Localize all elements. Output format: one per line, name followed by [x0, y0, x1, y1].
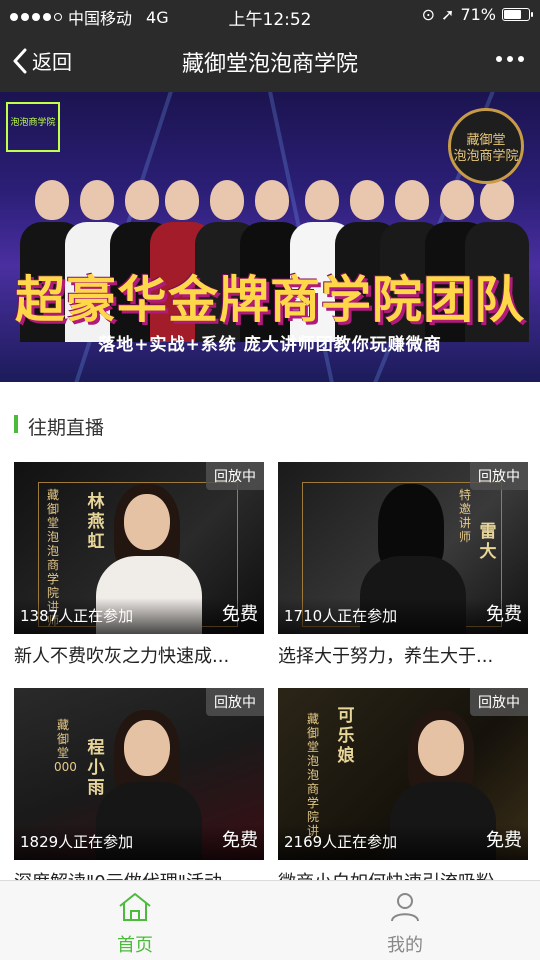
status-bar: 中国移动 4G 上午12:52 ⊙ ➚ 71%: [0, 0, 540, 30]
nav-bar: 返回 藏御堂泡泡商学院: [0, 30, 540, 92]
replay-badge: 回放中: [470, 462, 528, 490]
status-right: ⊙ ➚ 71%: [421, 5, 533, 24]
lock-rotation-icon: ⊙: [421, 5, 436, 24]
page-title: 藏御堂泡泡商学院: [181, 52, 358, 77]
cover-caption: 藏御堂泡泡商学院讲: [306, 712, 319, 838]
course-card[interactable]: 藏御堂泡泡商学院讲师 林燕虹 回放中 1387人正在参加 免费 新人不费吹灰之力…: [14, 462, 264, 667]
tab-home[interactable]: 首页: [0, 881, 270, 960]
banner-subtitle: 落地+实战+系统 庞大讲师团教你玩赚微商: [98, 335, 442, 355]
price-label: 免费: [222, 830, 258, 851]
participant-count: 2169人正在参加: [284, 833, 398, 851]
course-card[interactable]: 特邀讲师 雷大 回放中 1710人正在参加 免费 选择大于努力，养生大于...: [278, 462, 528, 667]
cover-name: 雷大: [479, 522, 497, 562]
location-icon: ➚: [441, 5, 455, 24]
cover-name: 程小雨: [87, 738, 105, 798]
user-icon: [391, 893, 419, 922]
course-card[interactable]: 藏御堂000 程小雨 回放中 1829人正在参加 免费 深度解读"0元做代理"活…: [14, 688, 264, 893]
tab-profile[interactable]: 我的: [270, 881, 540, 960]
brand-logo-badge: 藏御堂 泡泡商学院: [448, 108, 524, 184]
course-cover: 藏御堂泡泡商学院讲 可乐娘 回放中 2169人正在参加 免费: [278, 688, 528, 860]
course-card[interactable]: 藏御堂泡泡商学院讲 可乐娘 回放中 2169人正在参加 免费 微商小白如何快速引…: [278, 688, 528, 893]
tab-home-label: 首页: [117, 935, 153, 956]
course-title: 新人不费吹灰之力快速成...: [14, 646, 230, 667]
cover-caption: 藏御堂000: [54, 718, 77, 774]
battery-percent: 71%: [460, 5, 496, 24]
participant-count: 1829人正在参加: [20, 833, 134, 851]
section-accent-bar: [14, 415, 18, 433]
section-title: 往期直播: [28, 417, 105, 439]
replay-badge: 回放中: [206, 688, 264, 716]
replay-badge: 回放中: [470, 688, 528, 716]
bottom-tab-bar: 首页 我的: [0, 880, 540, 960]
section-header-past-lives: 往期直播: [0, 404, 540, 444]
cover-name: 林燕虹: [87, 492, 105, 552]
course-title: 选择大于努力，养生大于...: [278, 646, 494, 667]
chevron-left-icon: [13, 48, 27, 73]
brand-logo-text: 藏御堂 泡泡商学院: [453, 133, 519, 164]
banner-headline: 超豪华金牌商学院团队: [15, 271, 525, 329]
hero-banner[interactable]: 泡泡商学院 藏御堂 泡泡商学院 超豪华金牌商学院团队 落地+实战+系统 庞大讲师…: [0, 92, 540, 382]
price-label: 免费: [486, 604, 522, 625]
back-button[interactable]: 返回: [12, 46, 72, 75]
home-icon: [119, 893, 151, 921]
course-cover: 藏御堂泡泡商学院讲师 林燕虹 回放中 1387人正在参加 免费: [14, 462, 264, 634]
price-label: 免费: [486, 830, 522, 851]
battery-icon: [502, 8, 533, 21]
cover-name: 可乐娘: [337, 706, 355, 766]
course-cover: 特邀讲师 雷大 回放中 1710人正在参加 免费: [278, 462, 528, 634]
participant-count: 1710人正在参加: [284, 607, 398, 625]
back-label: 返回: [32, 50, 72, 74]
participant-count: 1387人正在参加: [20, 607, 134, 625]
more-dots-icon[interactable]: [496, 56, 524, 62]
tab-profile-label: 我的: [387, 935, 423, 956]
course-cover: 藏御堂000 程小雨 回放中 1829人正在参加 免费: [14, 688, 264, 860]
price-label: 免费: [222, 604, 258, 625]
replay-badge: 回放中: [206, 462, 264, 490]
